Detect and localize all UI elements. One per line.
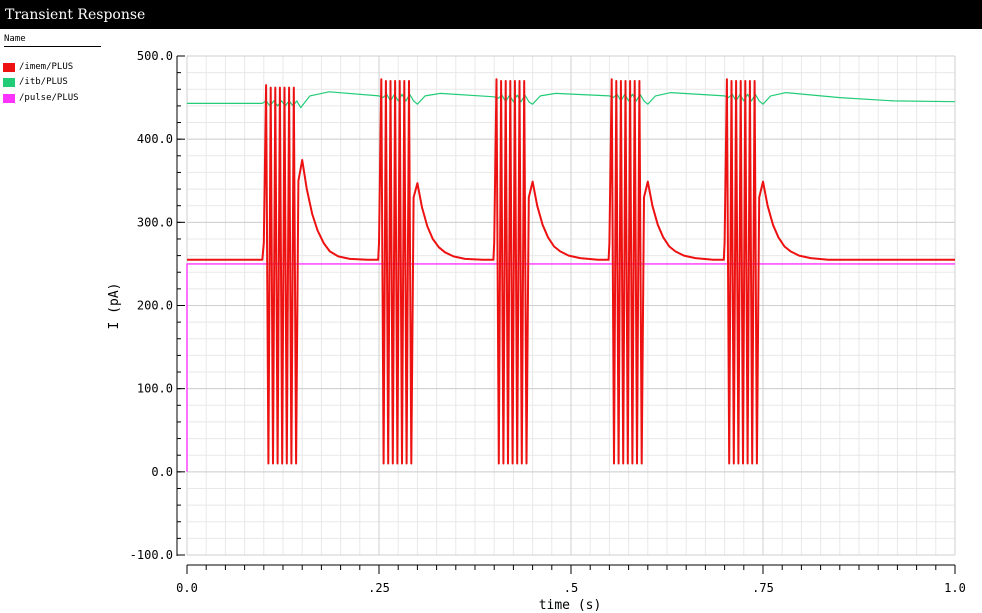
x-tick-label: .5 xyxy=(564,581,578,595)
y-tick-label: 100.0 xyxy=(137,382,173,396)
x-tick-label: 0.0 xyxy=(176,581,198,595)
x-tick-label: .25 xyxy=(368,581,390,595)
transient-plot[interactable]: 500.0 400.0 300.0 200.0 100.0 0.0 -100.0 0.0 .25… xyxy=(0,0,982,613)
y-tick-label: -100.0 xyxy=(130,548,173,562)
y-tick-label: 500.0 xyxy=(137,49,173,63)
y-tick-label: 0.0 xyxy=(151,465,173,479)
x-tick-label: .75 xyxy=(752,581,774,595)
x-tick-label: 1.0 xyxy=(944,581,966,595)
x-axis-label: time (s) xyxy=(539,598,602,613)
y-tick-label: 400.0 xyxy=(137,132,173,146)
y-axis-label: I (pA) xyxy=(107,283,122,330)
y-tick-label: 200.0 xyxy=(137,299,173,313)
y-tick-label: 300.0 xyxy=(137,215,173,229)
